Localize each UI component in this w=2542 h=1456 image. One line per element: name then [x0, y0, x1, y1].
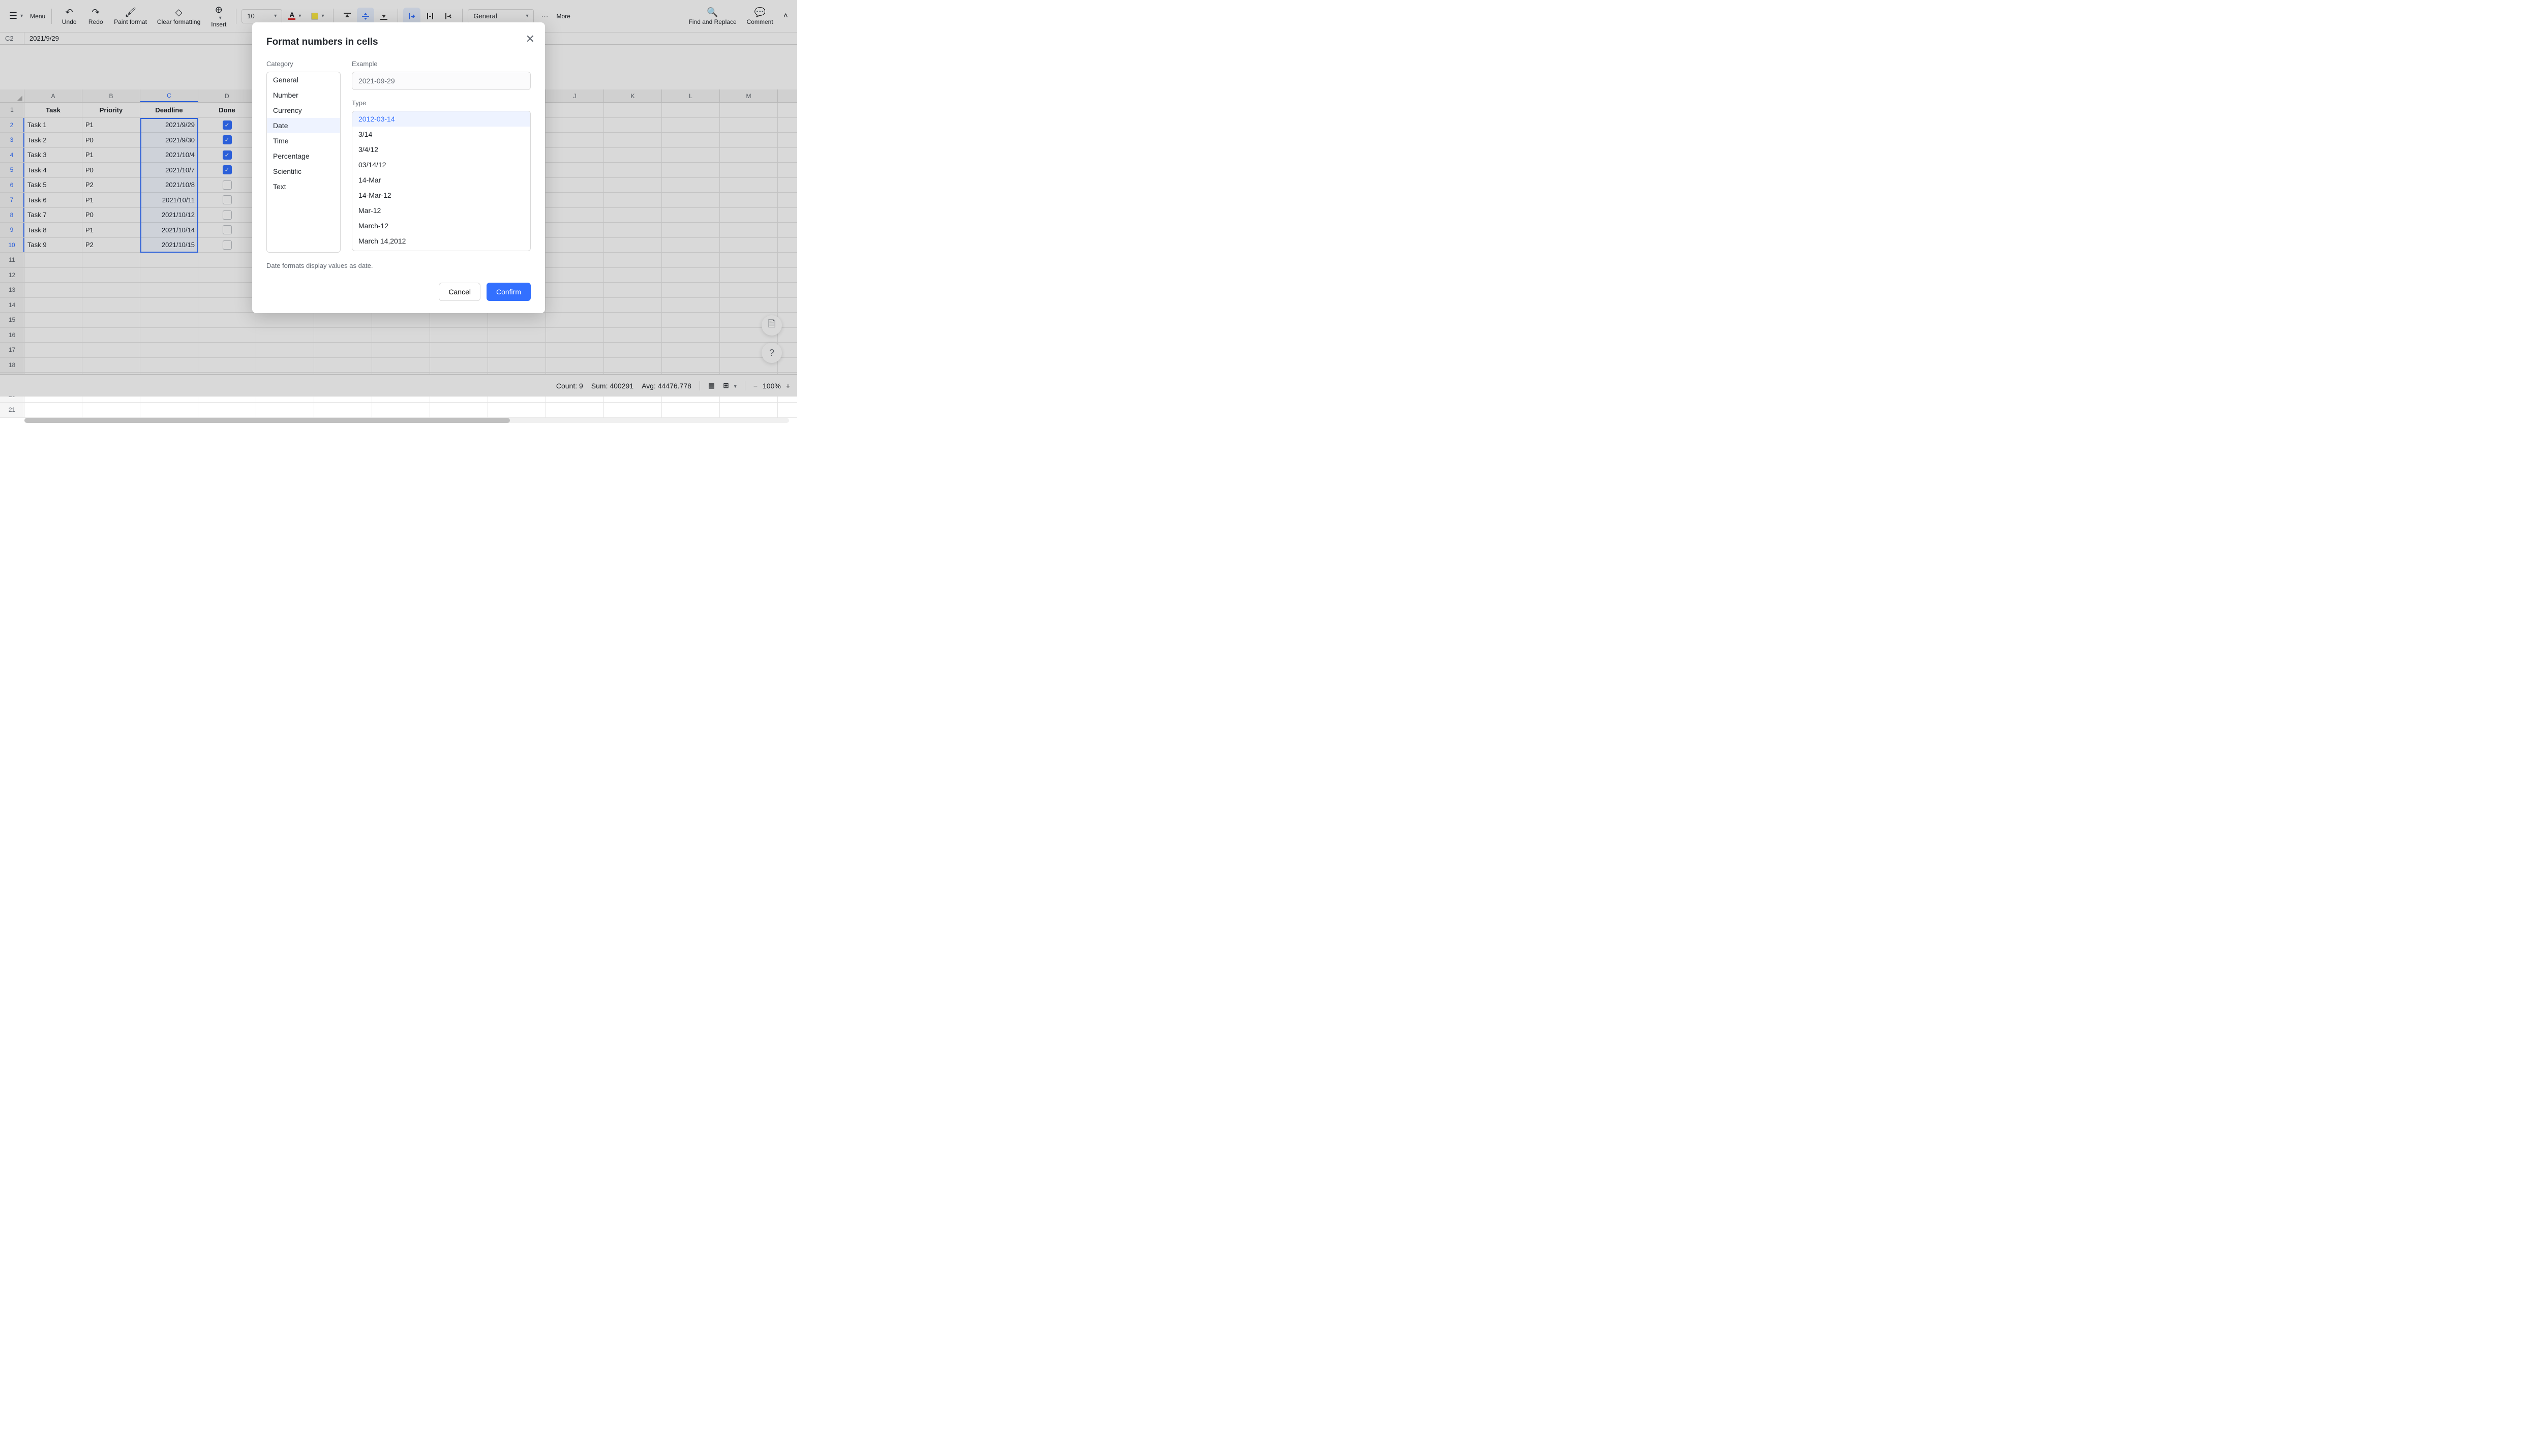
type-listbox[interactable]: 2012-03-143/143/4/1203/14/1214-Mar14-Mar… — [352, 111, 531, 251]
grid-row: 21 — [0, 403, 797, 418]
cell[interactable] — [372, 403, 430, 417]
category-item[interactable]: Text — [267, 179, 340, 194]
dialog-title: Format numbers in cells — [266, 37, 531, 48]
cell[interactable] — [198, 403, 256, 417]
horizontal-scrollbar[interactable] — [0, 418, 797, 423]
scrollbar-thumb[interactable] — [24, 418, 510, 423]
example-label: Example — [352, 60, 531, 68]
type-item[interactable]: 3/14 — [352, 127, 530, 142]
cell[interactable] — [430, 403, 488, 417]
cell[interactable] — [604, 403, 662, 417]
category-item[interactable]: Number — [267, 87, 340, 103]
cell[interactable] — [256, 403, 314, 417]
category-item[interactable]: General — [267, 72, 340, 87]
category-item[interactable]: Percentage — [267, 148, 340, 164]
cell[interactable] — [24, 403, 82, 417]
confirm-button[interactable]: Confirm — [487, 283, 531, 301]
type-item[interactable]: 14-Mar — [352, 172, 530, 188]
category-item[interactable]: Date — [267, 118, 340, 133]
type-item[interactable]: March 14,2012 — [352, 233, 530, 249]
row-header[interactable]: 21 — [0, 403, 24, 417]
cell[interactable] — [488, 403, 546, 417]
type-item[interactable]: Mar-12 — [352, 203, 530, 218]
category-item[interactable]: Currency — [267, 103, 340, 118]
type-item[interactable]: 2012-03-14 — [352, 111, 530, 127]
category-item[interactable]: Time — [267, 133, 340, 148]
format-numbers-dialog: Format numbers in cells ✕ Category Gener… — [252, 22, 545, 313]
help-text: Date formats display values as date. — [266, 262, 531, 269]
cell[interactable] — [546, 403, 604, 417]
type-item[interactable]: 3/4/12 — [352, 142, 530, 157]
cell[interactable] — [314, 403, 372, 417]
type-item[interactable]: 14-Mar-12 — [352, 188, 530, 203]
type-item[interactable]: March-12 — [352, 218, 530, 233]
close-icon: ✕ — [526, 33, 535, 45]
example-value: 2021-09-29 — [352, 72, 531, 90]
cell[interactable] — [720, 403, 778, 417]
cancel-button[interactable]: Cancel — [439, 283, 480, 301]
category-item[interactable]: Scientific — [267, 164, 340, 179]
cell[interactable] — [82, 403, 140, 417]
category-label: Category — [266, 60, 341, 68]
type-item[interactable]: 03/14/12 — [352, 157, 530, 172]
category-listbox[interactable]: GeneralNumberCurrencyDateTimePercentageS… — [266, 72, 341, 253]
cell[interactable] — [662, 403, 720, 417]
cell[interactable] — [140, 403, 198, 417]
type-label: Type — [352, 99, 531, 107]
close-button[interactable]: ✕ — [526, 33, 535, 46]
